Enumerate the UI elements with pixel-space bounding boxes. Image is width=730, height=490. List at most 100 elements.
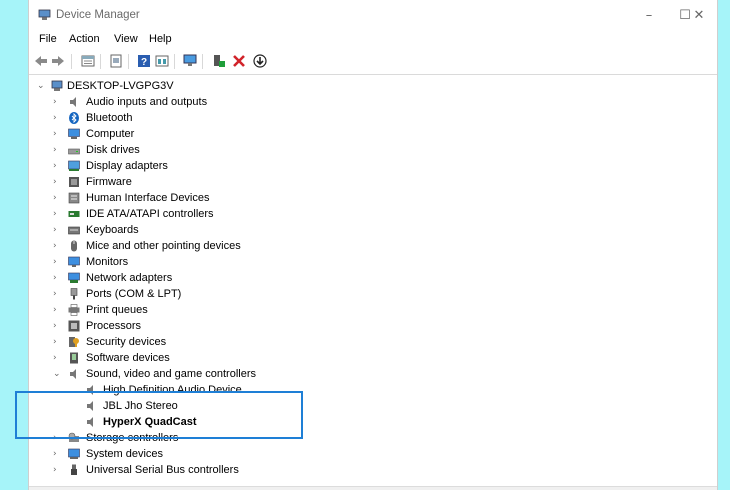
chevron-right-icon[interactable]: › — [53, 334, 63, 350]
speaker-icon — [87, 401, 93, 411]
chevron-right-icon[interactable]: › — [53, 222, 63, 238]
disk-drive-icon — [68, 148, 80, 155]
uninstall-icon[interactable] — [232, 54, 246, 68]
close-button[interactable]: ✕ — [679, 6, 717, 26]
device-label: JBL Jho Stereo — [103, 400, 178, 412]
tree-item-label: Mice and other pointing devices — [86, 240, 241, 252]
tree-item-label: Print queues — [86, 304, 148, 316]
network-adapter-icon — [68, 272, 80, 283]
speaker-icon — [70, 369, 76, 379]
chevron-right-icon[interactable]: › — [53, 126, 63, 142]
tree-item-label: Computer — [86, 128, 135, 140]
device-label: HyperX QuadCast — [103, 416, 197, 428]
chevron-right-icon[interactable]: › — [53, 110, 63, 126]
status-bar — [29, 486, 717, 490]
device-manager-icon — [38, 9, 51, 20]
tree-item-label: Processors — [86, 320, 142, 332]
device-manager-window: Device Manager – ☐ ✕ File Action View He… — [28, 0, 718, 490]
tree-item-label: Audio inputs and outputs — [86, 96, 208, 108]
tree-item-label: Storage controllers — [86, 432, 179, 444]
properties-icon[interactable] — [81, 54, 95, 68]
tree-item-label: Ports (COM & LPT) — [86, 288, 182, 300]
svg-text:?: ? — [141, 57, 147, 68]
update-driver-icon[interactable] — [109, 54, 123, 68]
chevron-down-icon[interactable]: ⌄ — [37, 78, 47, 94]
chevron-right-icon[interactable]: › — [53, 318, 63, 334]
printer-icon — [68, 304, 80, 316]
chevron-right-icon[interactable]: › — [53, 286, 63, 302]
add-driver-icon[interactable] — [211, 54, 225, 68]
toolbar-separator — [174, 54, 175, 69]
keyboard-icon — [68, 226, 80, 235]
tree-item-label: Network adapters — [86, 272, 173, 284]
tree-item-label: Sound, video and game controllers — [86, 368, 256, 380]
mouse-icon — [71, 240, 77, 252]
tree-item-label: Disk drives — [86, 144, 140, 156]
chevron-right-icon[interactable]: › — [53, 190, 63, 206]
port-icon — [70, 288, 78, 300]
tree-item-label: System devices — [86, 448, 164, 460]
forward-icon[interactable] — [51, 54, 65, 68]
scan-hardware-icon[interactable] — [183, 54, 197, 68]
view-icon[interactable] — [155, 54, 169, 68]
software-device-icon — [70, 352, 78, 364]
chevron-right-icon[interactable]: › — [53, 142, 63, 158]
chevron-right-icon[interactable]: › — [53, 302, 63, 318]
root-label: DESKTOP-LVGPG3V — [67, 80, 174, 92]
system-device-icon — [68, 448, 80, 459]
minimize-button[interactable]: – — [629, 6, 669, 26]
chevron-right-icon[interactable]: › — [53, 238, 63, 254]
chevron-right-icon[interactable]: › — [53, 174, 63, 190]
chevron-right-icon[interactable]: › — [53, 254, 63, 270]
chevron-right-icon[interactable]: › — [53, 350, 63, 366]
security-key-icon — [69, 337, 79, 347]
toolbar-separator — [100, 54, 101, 69]
usb-icon — [71, 464, 77, 475]
tree-item-label: Human Interface Devices — [86, 192, 210, 204]
device-tree: ⌄ DESKTOP-LVGPG3V › Audio inputs and out… — [29, 75, 717, 490]
tree-item-label: Display adapters — [86, 160, 168, 172]
tree-item-label: Software devices — [86, 352, 170, 364]
chevron-right-icon[interactable]: › — [53, 462, 63, 478]
toolbar-separator — [202, 54, 203, 69]
toolbar-separator — [71, 54, 72, 69]
monitor-icon — [68, 256, 80, 267]
chevron-down-icon[interactable]: ⌄ — [53, 366, 63, 382]
storage-controller-icon — [68, 432, 79, 442]
device-label: High Definition Audio Device — [103, 384, 242, 396]
tree-item-label: Monitors — [86, 256, 129, 268]
display-adapter-icon — [68, 160, 80, 171]
chevron-right-icon[interactable]: › — [53, 430, 63, 446]
tree-item-label: IDE ATA/ATAPI controllers — [86, 208, 214, 220]
help-icon[interactable]: ? — [137, 54, 151, 68]
menu-file[interactable]: File — [39, 33, 57, 45]
chevron-right-icon[interactable]: › — [53, 158, 63, 174]
menu-view[interactable]: View — [114, 33, 138, 45]
computer-icon — [68, 128, 80, 139]
title-bar[interactable]: Device Manager – ☐ ✕ — [29, 0, 717, 30]
speaker-icon — [87, 385, 93, 395]
speaker-icon — [87, 417, 93, 427]
chevron-right-icon[interactable]: › — [53, 94, 63, 110]
hid-icon — [68, 192, 80, 204]
tree-item-label: Security devices — [86, 336, 167, 348]
bluetooth-icon — [69, 112, 79, 124]
download-icon[interactable] — [253, 54, 267, 68]
tree-item-label: Keyboards — [86, 224, 139, 236]
chevron-right-icon[interactable]: › — [53, 206, 63, 222]
tree-item-label: Firmware — [86, 176, 132, 188]
chevron-right-icon[interactable]: › — [53, 446, 63, 462]
toolbar: ? — [29, 50, 717, 75]
tree-item-label: Universal Serial Bus controllers — [86, 464, 239, 476]
computer-root-icon — [51, 80, 63, 91]
firmware-icon — [69, 177, 79, 187]
menu-help[interactable]: Help — [149, 33, 172, 45]
toolbar-separator — [128, 54, 129, 69]
tree-item-label: Bluetooth — [86, 112, 133, 124]
back-icon[interactable] — [34, 54, 48, 68]
menu-action[interactable]: Action — [69, 33, 100, 45]
speaker-icon — [70, 97, 76, 107]
processor-icon — [68, 320, 80, 332]
chevron-right-icon[interactable]: › — [53, 270, 63, 286]
ide-controller-icon — [68, 211, 80, 217]
